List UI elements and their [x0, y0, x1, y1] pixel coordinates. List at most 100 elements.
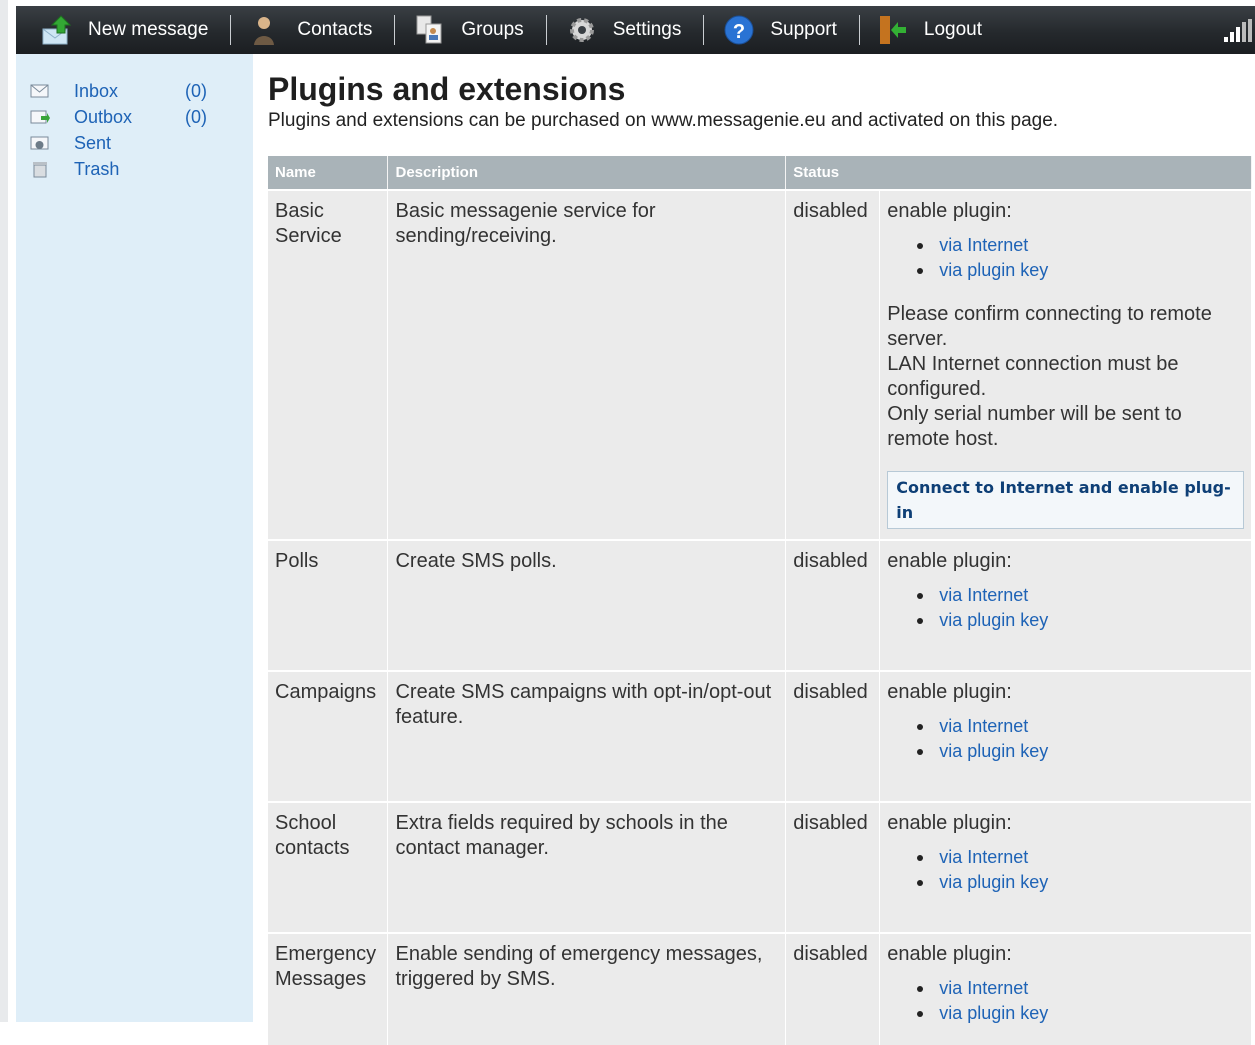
table-row: Campaigns Create SMS campaigns with opt-…	[268, 670, 1252, 802]
list-item: via Internet	[915, 976, 1244, 1001]
sidebar-item-label: Trash	[74, 158, 120, 179]
contacts-icon	[251, 14, 281, 46]
logout-icon	[878, 14, 908, 46]
sidebar-item-outbox[interactable]: Outbox (0)	[30, 104, 207, 130]
column-header-description: Description	[387, 156, 787, 190]
plugin-name: Polls	[268, 539, 389, 671]
plugin-name: Campaigns	[268, 670, 389, 802]
table-row: Basic Service Basic messagenie service f…	[268, 189, 1252, 540]
list-item: via plugin key	[915, 1001, 1244, 1026]
logout-button[interactable]: Logout	[860, 6, 982, 54]
new-message-label: New message	[88, 19, 209, 40]
list-item: via Internet	[915, 233, 1244, 258]
enable-plugin-label: enable plugin:	[887, 550, 1012, 572]
sidebar-item-label: Outbox	[74, 106, 133, 127]
enable-options: via Internet via plugin key	[915, 233, 1244, 283]
main-content: Plugins and extensions Plugins and exten…	[268, 70, 1253, 132]
via-internet-link[interactable]: via Internet	[939, 978, 1028, 998]
confirm-line: Please confirm connecting to remote serv…	[887, 303, 1212, 350]
contacts-label: Contacts	[297, 19, 373, 40]
enable-plugin-label: enable plugin:	[887, 681, 1012, 703]
page-subtitle: Plugins and extensions can be purchased …	[268, 110, 1059, 131]
table-row: Emergency Messages Enable sending of eme…	[268, 932, 1252, 1045]
gear-icon	[567, 14, 597, 46]
top-toolbar: New message Contacts Groups Settings ? S…	[16, 6, 1255, 54]
confirm-line: LAN Internet connection must be configur…	[887, 353, 1179, 400]
via-internet-link[interactable]: via Internet	[939, 235, 1028, 255]
list-item: via plugin key	[915, 608, 1244, 633]
via-internet-link[interactable]: via Internet	[939, 847, 1028, 867]
contacts-button[interactable]: Contacts	[231, 6, 372, 54]
plugin-description: Create SMS campaigns with opt-in/opt-out…	[387, 670, 787, 802]
sidebar-item-label: Sent	[74, 132, 112, 153]
settings-label: Settings	[612, 19, 682, 40]
plugins-table: Name Description Status Basic Service Ba…	[268, 156, 1252, 1045]
via-plugin-key-link[interactable]: via plugin key	[939, 872, 1048, 892]
plugin-actions: enable plugin: via Internet via plugin k…	[879, 189, 1252, 540]
new-message-icon	[42, 14, 72, 46]
plugin-actions: enable plugin: via Internet via plugin k…	[879, 801, 1252, 933]
list-item: via plugin key	[915, 870, 1244, 895]
list-item: via plugin key	[915, 258, 1244, 283]
signal-strength-icon	[1223, 19, 1253, 43]
confirm-message: Please confirm connecting to remote serv…	[887, 302, 1244, 452]
table-header-row: Name Description Status	[268, 156, 1252, 190]
sidebar-item-label: Inbox	[74, 80, 119, 101]
enable-plugin-label: enable plugin:	[887, 200, 1012, 222]
outbox-count: (0)	[185, 106, 207, 127]
enable-options: via Internet via plugin key	[915, 845, 1244, 895]
enable-plugin-label: enable plugin:	[887, 812, 1012, 834]
plugin-status: disabled	[785, 189, 881, 540]
enable-options: via Internet via plugin key	[915, 714, 1244, 764]
groups-label: Groups	[461, 19, 524, 40]
inbox-count: (0)	[185, 80, 207, 101]
connect-enable-button[interactable]: Connect to Internet and enable plug-in	[887, 471, 1244, 529]
column-header-name: Name	[268, 156, 389, 190]
new-message-button[interactable]: New message	[16, 6, 208, 54]
plugin-name: Basic Service	[268, 189, 389, 540]
logout-label: Logout	[923, 19, 983, 40]
support-label: Support	[770, 19, 837, 40]
plugin-name: School contacts	[268, 801, 389, 933]
list-item: via Internet	[915, 583, 1244, 608]
enable-options: via Internet via plugin key	[915, 583, 1244, 633]
help-icon: ?	[724, 14, 754, 46]
sidebar-item-trash[interactable]: Trash	[30, 156, 119, 182]
plugin-description: Create SMS polls.	[387, 539, 787, 671]
plugin-status: disabled	[785, 932, 881, 1045]
plugin-actions: enable plugin: via Internet via plugin k…	[879, 670, 1252, 802]
list-item: via Internet	[915, 714, 1244, 739]
via-plugin-key-link[interactable]: via plugin key	[939, 1003, 1048, 1023]
table-row: Polls Create SMS polls. disabled enable …	[268, 539, 1252, 671]
plugin-status: disabled	[785, 670, 881, 802]
via-plugin-key-link[interactable]: via plugin key	[939, 741, 1048, 761]
trash-icon	[30, 160, 50, 178]
enable-plugin-label: enable plugin:	[887, 943, 1012, 965]
via-internet-link[interactable]: via Internet	[939, 716, 1028, 736]
plugin-description: Basic messagenie service for sending/rec…	[387, 189, 787, 540]
settings-button[interactable]: Settings	[547, 6, 682, 54]
plugin-description: Extra fields required by schools in the …	[387, 801, 787, 933]
list-item: via plugin key	[915, 739, 1244, 764]
via-plugin-key-link[interactable]: via plugin key	[939, 610, 1048, 630]
app-window: New message Contacts Groups Settings ? S…	[0, 0, 1255, 1045]
plugin-actions: enable plugin: via Internet via plugin k…	[879, 539, 1252, 671]
enable-options: via Internet via plugin key	[915, 976, 1244, 1026]
column-header-status: Status	[785, 156, 1252, 190]
via-plugin-key-link[interactable]: via plugin key	[939, 260, 1048, 280]
plugin-name: Emergency Messages	[268, 932, 389, 1045]
via-internet-link[interactable]: via Internet	[939, 585, 1028, 605]
sidebar-item-sent[interactable]: Sent	[30, 130, 111, 156]
groups-button[interactable]: Groups	[395, 6, 524, 54]
list-item: via Internet	[915, 845, 1244, 870]
confirm-line: Only serial number will be sent to remot…	[887, 403, 1182, 450]
plugin-status: disabled	[785, 801, 881, 933]
table-row: School contacts Extra fields required by…	[268, 801, 1252, 933]
sidebar-item-inbox[interactable]: Inbox (0)	[30, 78, 207, 104]
inbox-icon	[30, 82, 50, 100]
page-title: Plugins and extensions	[268, 71, 626, 107]
svg-text:?: ?	[733, 21, 745, 43]
support-button[interactable]: ? Support	[704, 6, 837, 54]
plugin-description: Enable sending of emergency messages, tr…	[387, 932, 787, 1045]
groups-icon	[415, 14, 445, 46]
